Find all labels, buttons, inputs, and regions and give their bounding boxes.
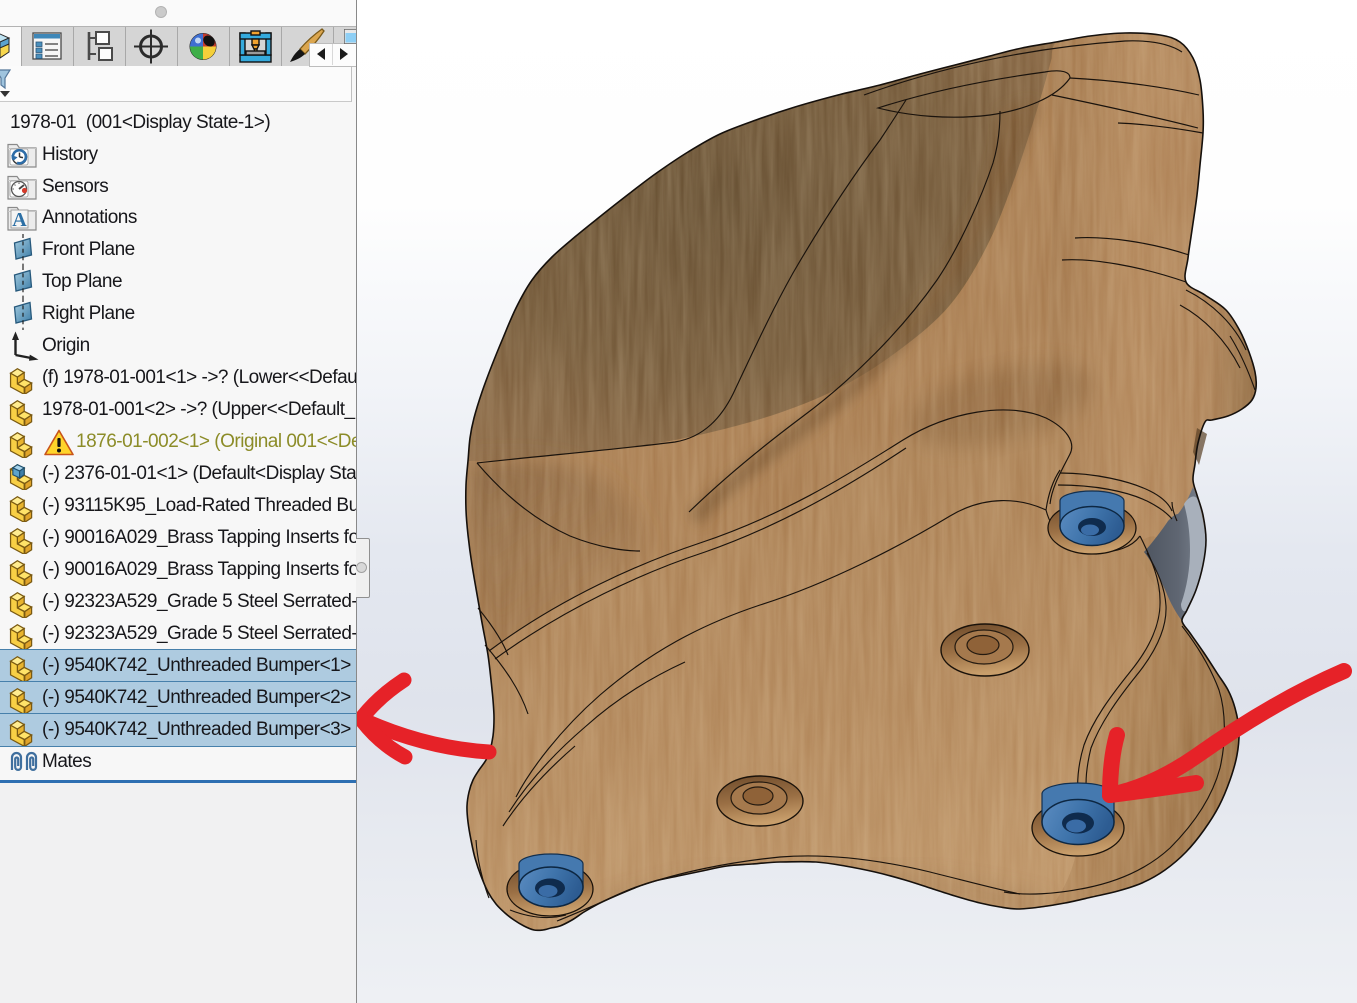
svg-text:A: A — [12, 209, 27, 231]
